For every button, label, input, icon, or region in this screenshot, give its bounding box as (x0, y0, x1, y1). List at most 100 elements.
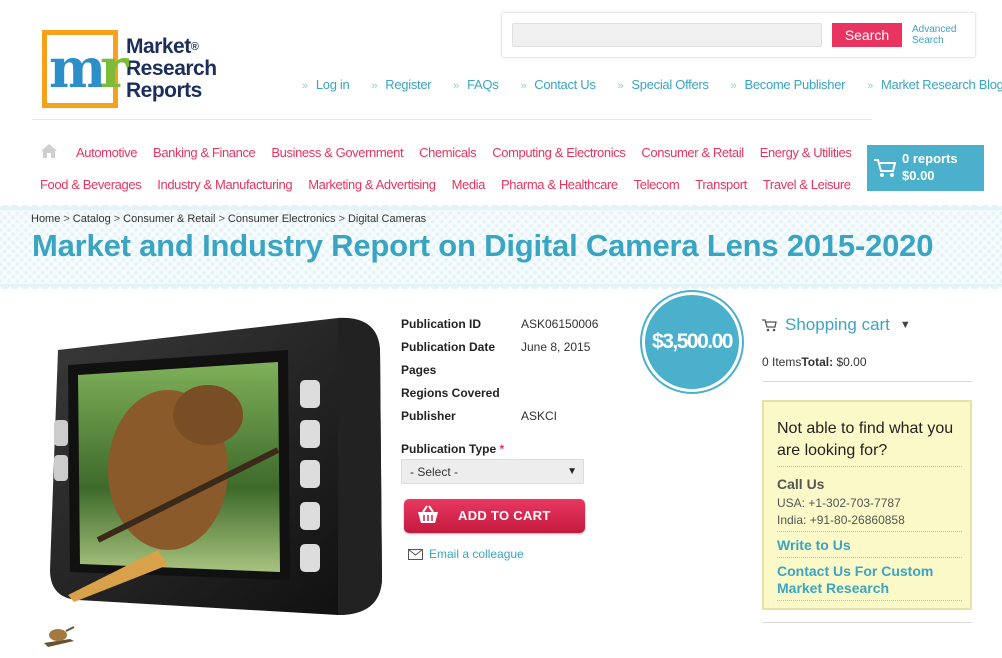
category-marketing-advertising[interactable]: Marketing & Advertising (308, 177, 436, 192)
email-colleague-link[interactable]: Email a colleague (408, 547, 524, 561)
category-business-government[interactable]: Business & Government (271, 145, 403, 160)
breadcrumb-separator: > (338, 213, 345, 225)
breadcrumb-consumer-retail[interactable]: Consumer & Retail (123, 213, 215, 225)
publication-type-label-text: Publication Type (401, 442, 497, 456)
category-energy-utilities[interactable]: Energy & Utilities (760, 145, 852, 160)
title-band-top-edge (0, 202, 1002, 210)
detail-row: Publisher ASKCI (401, 404, 598, 427)
breadcrumb-catalog[interactable]: Catalog (73, 213, 111, 225)
detail-row: Regions Covered (401, 381, 598, 404)
logo-text: Market® Research Reports (126, 36, 217, 102)
logo-line-2: Research (126, 57, 217, 80)
breadcrumb-home[interactable]: Home (31, 213, 60, 225)
breadcrumb-consumer-electronics[interactable]: Consumer Electronics (228, 213, 336, 225)
detail-value: June 8, 2015 (521, 339, 591, 354)
advanced-search-label-1: Advanced (912, 24, 957, 35)
category-industry-manufacturing[interactable]: Industry & Manufacturing (157, 177, 292, 192)
breadcrumb-separator: > (218, 213, 225, 225)
breadcrumb-separator: > (113, 213, 121, 225)
add-to-cart-label: ADD TO CART (458, 508, 551, 523)
cart-total-value: $0.00 (836, 355, 867, 369)
cart-icon (874, 159, 897, 177)
category-telecom[interactable]: Telecom (634, 177, 680, 192)
link-contact-us[interactable]: Contact Us (520, 77, 596, 92)
category-chemicals[interactable]: Chemicals (419, 145, 476, 160)
search-input[interactable] (512, 23, 822, 47)
cart-report-count: 0 reports (902, 151, 958, 166)
publication-type-select[interactable]: - Select - ▼ (401, 459, 584, 484)
price-badge: $3,500.00 (642, 292, 742, 392)
registered-mark: ® (190, 41, 199, 53)
basket-icon (418, 505, 438, 523)
dropdown-arrow-icon: ▼ (567, 466, 577, 477)
search-panel: Search Advanced Search (501, 12, 976, 58)
advanced-search-label-2: Search (912, 35, 944, 46)
breadcrumb-digital-cameras: Digital Cameras (347, 213, 427, 225)
category-computing-electronics[interactable]: Computing & Electronics (492, 145, 626, 160)
page-title: Market and Industry Report on Digital Ca… (32, 228, 934, 263)
write-to-us-link[interactable]: Write to Us (777, 537, 967, 554)
product-thumbnail[interactable] (40, 621, 78, 649)
phone-india: India: +91-80-26860858 (777, 513, 905, 527)
detail-key: Publisher (401, 408, 456, 423)
help-box: Not able to find what you are looking fo… (762, 400, 972, 610)
chevron-down-icon: ▼ (899, 319, 911, 331)
breadcrumb-separator: > (63, 213, 70, 225)
logo-letter-m: m (49, 36, 106, 100)
site-logo[interactable]: mr Market® Research Reports (42, 30, 217, 108)
cart-total-label: Total: (801, 355, 834, 369)
link-register[interactable]: Register (371, 77, 431, 92)
publication-type-selected: - Select - (410, 465, 459, 479)
detail-row: Publication ID ASK06150006 (401, 312, 598, 335)
detail-row: Pages (401, 358, 598, 381)
product-image[interactable] (38, 310, 388, 630)
email-colleague-label: Email a colleague (429, 547, 524, 561)
cart-item-count: 0 Items (762, 355, 802, 369)
category-banking-finance[interactable]: Banking & Finance (153, 145, 256, 160)
help-divider (777, 600, 962, 601)
logo-line-3: Reports (126, 79, 202, 102)
required-mark: * (499, 442, 505, 456)
publication-type-label: Publication Type * (401, 442, 504, 456)
phone-usa: USA: +1-302-703-7787 (777, 496, 901, 510)
category-nav-row-1: Automotive Banking & Finance Business & … (76, 145, 867, 160)
link-market-research-blog[interactable]: Market Research Blog (867, 77, 1002, 92)
contact-custom-research-link[interactable]: Contact Us For Custom Market Research (777, 563, 967, 597)
logo-mark: mr (42, 30, 129, 108)
category-transport[interactable]: Transport (695, 177, 747, 192)
category-travel-leisure[interactable]: Travel & Leisure (763, 177, 851, 192)
detail-key: Publication Date (401, 339, 496, 354)
shopping-cart-toggle[interactable]: Shopping cart ▼ (762, 315, 911, 335)
category-pharma-healthcare[interactable]: Pharma & Healthcare (501, 177, 618, 192)
product-details: Publication ID ASK06150006 Publication Da… (401, 312, 598, 427)
cart-total: $0.00 (902, 168, 935, 183)
link-become-publisher[interactable]: Become Publisher (731, 77, 845, 92)
category-automotive[interactable]: Automotive (76, 145, 137, 160)
logo-line-1: Market (126, 35, 191, 58)
cart-icon (762, 318, 777, 331)
advanced-search-link[interactable]: Advanced Search (912, 24, 972, 46)
category-food-beverages[interactable]: Food & Beverages (40, 177, 142, 192)
category-consumer-retail[interactable]: Consumer & Retail (641, 145, 744, 160)
header-cart-button[interactable]: 0 reports $0.00 (867, 145, 984, 191)
add-to-cart-button[interactable]: ADD TO CART (404, 499, 585, 533)
search-button[interactable]: Search (832, 23, 902, 47)
envelope-icon (408, 548, 423, 560)
detail-value: ASK06150006 (521, 316, 599, 331)
breadcrumb: Home > Catalog > Consumer & Retail > Consumer … (31, 213, 426, 225)
link-log-in[interactable]: Log in (302, 77, 350, 92)
link-faqs[interactable]: FAQs (453, 77, 499, 92)
shopping-cart-heading: Shopping cart (785, 315, 890, 334)
shopping-cart-summary: 0 ItemsTotal: $0.00 (762, 355, 867, 369)
category-media[interactable]: Media (452, 177, 486, 192)
link-special-offers[interactable]: Special Offers (618, 77, 709, 92)
detail-key: Pages (401, 362, 437, 377)
sidebar-divider (762, 622, 972, 623)
detail-key: Publication ID (401, 316, 482, 331)
help-divider (777, 466, 962, 467)
detail-key: Regions Covered (401, 385, 500, 400)
detail-row: Publication Date June 8, 2015 (401, 335, 598, 358)
help-divider (777, 557, 962, 558)
home-icon[interactable] (40, 143, 58, 159)
call-us-heading: Call Us (777, 476, 825, 492)
